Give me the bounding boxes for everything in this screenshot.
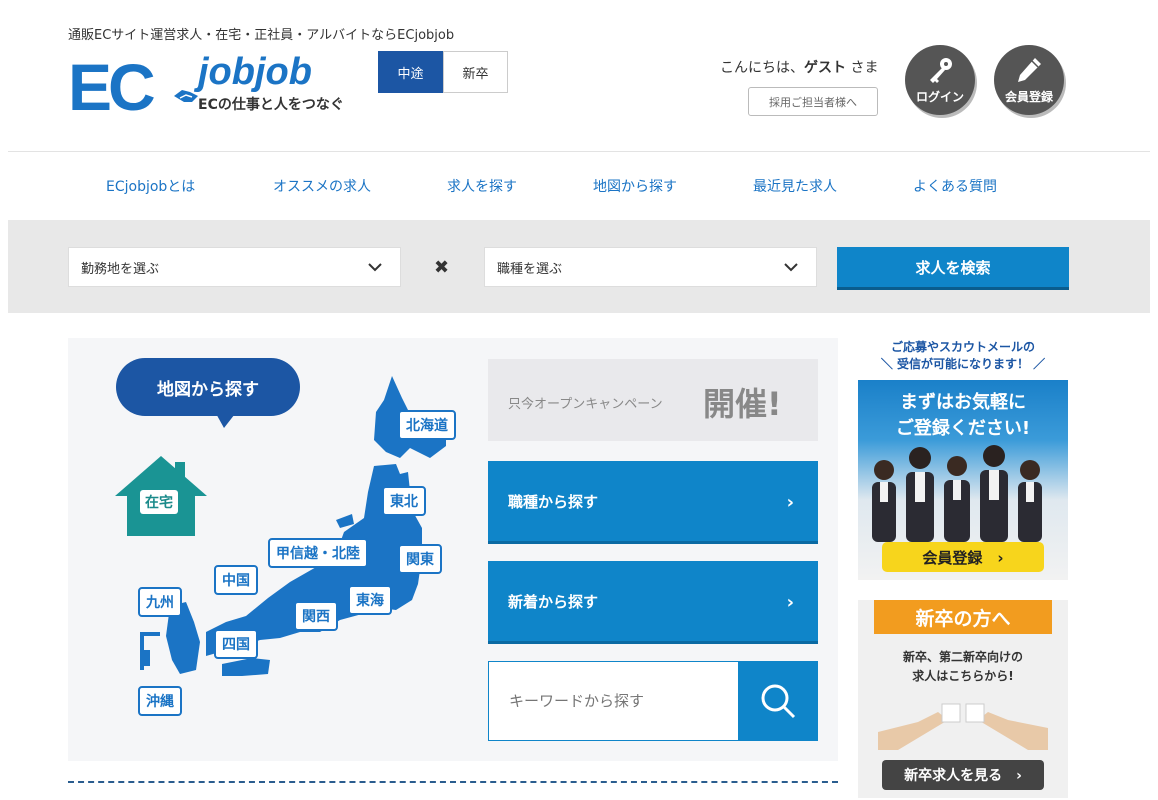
region-tohoku[interactable]: 東北 (382, 486, 426, 516)
cross-icon: ✖ (434, 257, 450, 278)
login-label: ログイン (915, 89, 964, 104)
register-label: 会員登録 (1004, 89, 1053, 104)
chevron-right-icon: › (786, 592, 794, 613)
search-by-job-button[interactable]: 職種から探す › (488, 461, 818, 541)
search-by-job-label: 職種から探す (508, 492, 599, 511)
chevron-right-icon: › (786, 492, 794, 513)
search-by-new-label: 新着から探す (508, 592, 599, 611)
newgrad-banner-text: 新卒、第二新卒向けの 求人はこちらから! (858, 648, 1068, 686)
region-hokkaido[interactable]: 北海道 (398, 410, 456, 440)
tab-newgrad[interactable]: 新卒 (443, 51, 508, 93)
chevron-down-icon (784, 263, 798, 272)
nav-search-jobs[interactable]: 求人を探す (447, 176, 517, 196)
greeting-suffix: さま (846, 60, 879, 76)
login-button[interactable]: ログイン (905, 45, 975, 115)
keyword-search (488, 661, 818, 741)
region-kansai[interactable]: 関西 (294, 601, 338, 631)
greeting: こんにちは、ゲスト さま (720, 57, 878, 77)
sidebar-note-line2: ＼ 受信が可能になります！ ／ (880, 357, 1046, 371)
region-chugoku[interactable]: 中国 (214, 565, 258, 595)
location-select[interactable]: 勤務地を選ぶ (68, 247, 401, 287)
nav-recommended[interactable]: オススメの求人 (273, 176, 371, 196)
sidebar-note: ご応募やスカウトメールの ＼ 受信が可能になります！ ／ (858, 339, 1068, 373)
search-icon (761, 684, 796, 719)
section-divider (68, 781, 838, 783)
campaign-banner[interactable]: 只今オープンキャンペーン 開催! (488, 359, 818, 441)
region-kyushu[interactable]: 九州 (138, 587, 182, 617)
logo-subtitle: ECの仕事と人をつなぐ (198, 97, 344, 113)
job-type-select-label: 職種を選ぶ (497, 261, 563, 277)
business-people-image (872, 445, 1042, 542)
campaign-headline: 開催! (703, 385, 782, 423)
region-shikoku[interactable]: 四国 (214, 629, 258, 659)
location-select-label: 勤務地を選ぶ (81, 261, 160, 277)
newgrad-jobs-button[interactable]: 新卒求人を見る › (882, 760, 1044, 790)
newgrad-banner-line1: 新卒、第二新卒向けの (902, 650, 1023, 664)
search-jobs-button[interactable]: 求人を検索 (837, 247, 1069, 287)
logo-jobjob-text: jobjob (198, 51, 312, 93)
nav-recently-viewed[interactable]: 最近見た求人 (753, 176, 837, 196)
nav-about[interactable]: ECjobjobとは (106, 176, 195, 196)
greeting-prefix: こんにちは、 (720, 60, 804, 76)
register-banner-line2: ご登録ください! (895, 418, 1031, 439)
region-kanto[interactable]: 関東 (398, 544, 442, 574)
register-banner-button[interactable]: 会員登録 › (882, 542, 1044, 572)
region-koshinetsu-hokuriku[interactable]: 甲信越・北陸 (268, 538, 368, 568)
sidebar-note-line1: ご応募やスカウトメールの (890, 340, 1035, 354)
register-banner-line1: まずはお気軽に (900, 392, 1026, 413)
tab-midcareer[interactable]: 中途 (378, 51, 443, 93)
region-okinawa[interactable]: 沖縄 (138, 686, 182, 716)
greeting-user: ゲスト (804, 60, 846, 76)
search-by-new-button[interactable]: 新着から探す › (488, 561, 818, 641)
site-logo[interactable]: EC jobjob ECの仕事と人をつなぐ (68, 52, 368, 122)
key-icon (930, 57, 952, 83)
nav-map-search[interactable]: 地図から探す (593, 176, 677, 196)
nav-faq[interactable]: よくある質問 (913, 176, 997, 196)
logo-ec-text: EC (68, 50, 156, 124)
recruiter-link[interactable]: 採用ご担当者様へ (748, 87, 878, 116)
job-type-select[interactable]: 職種を選ぶ (484, 247, 817, 287)
newgrad-banner[interactable]: 新卒の方へ 新卒、第二新卒向けの 求人はこちらから! 新卒求人を見る › (858, 600, 1068, 798)
newgrad-ribbon: 新卒の方へ (874, 600, 1052, 634)
region-home[interactable]: 在宅 (140, 490, 178, 514)
keyword-search-button[interactable] (738, 662, 818, 740)
chevron-down-icon (368, 263, 382, 272)
register-button[interactable]: 会員登録 (994, 45, 1064, 115)
puzzle-hands-image (878, 703, 1048, 750)
handshake-icon (174, 90, 198, 102)
site-tagline: 通販ECサイト運営求人・在宅・正社員・アルバイトならECjobjob (68, 28, 455, 43)
register-banner[interactable]: まずはお気軽に ご登録ください! 会員登録 › (858, 380, 1068, 580)
newgrad-banner-line2: 求人はこちらから! (912, 669, 1014, 683)
header-divider (8, 151, 1150, 152)
region-tokai[interactable]: 東海 (348, 585, 392, 615)
pencil-icon (1018, 57, 1041, 82)
campaign-text: 只今オープンキャンペーン (508, 397, 663, 412)
keyword-input[interactable] (490, 663, 737, 739)
register-banner-text: まずはお気軽に ご登録ください! (858, 390, 1068, 442)
